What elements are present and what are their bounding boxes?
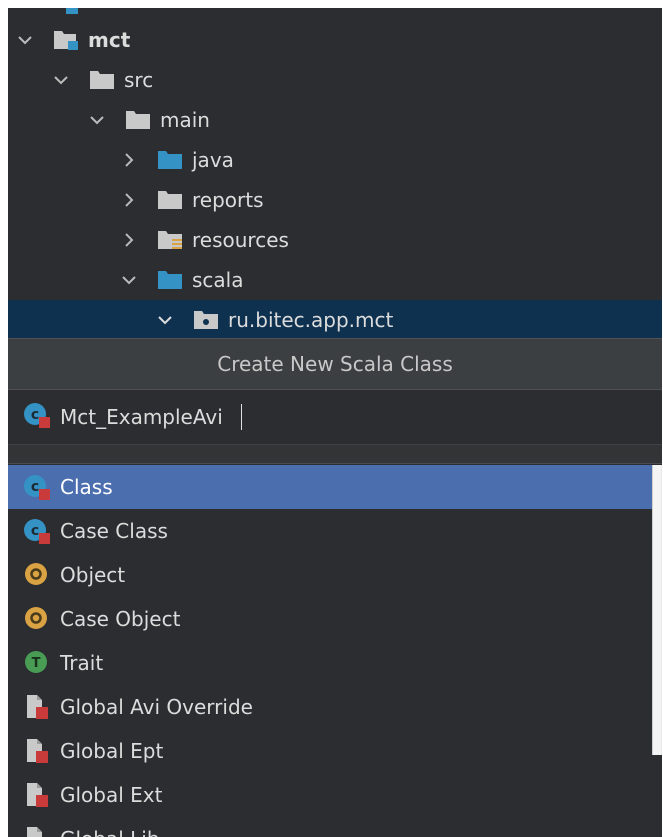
chevron-down-icon[interactable] [84,100,110,140]
scala-class-icon: c [22,400,52,434]
list-item-label: Case Object [60,607,181,631]
tree-item-label: java [192,148,234,172]
list-item-global-ept[interactable]: Global Ept [8,729,652,773]
resources-folder-icon [156,229,184,251]
scala-case-class-icon: c [22,516,52,546]
svg-text:c: c [31,523,39,539]
list-item-global-lib[interactable]: Global Lib [8,817,652,837]
template-icon [22,824,52,837]
class-kind-list: c Class c Case Class Object Case Object … [8,465,652,837]
tree-item-java[interactable]: java [8,140,662,180]
chevron-down-icon[interactable] [116,260,142,300]
chevron-right-icon[interactable] [116,180,142,220]
list-item-label: Class [60,475,113,499]
list-item-label: Global Ext [60,783,163,807]
tree-item-src[interactable]: src [8,60,662,100]
tree-item-reports[interactable]: reports [8,180,662,220]
svg-text:T: T [32,656,41,671]
project-tree: mct src main java reports resources scal… [8,8,662,340]
scala-class-icon: c [22,472,52,502]
popup-title: Create New Scala Class [8,338,662,390]
source-folder-icon [156,149,184,171]
svg-text:c: c [31,479,39,495]
chevron-down-icon[interactable] [48,60,74,100]
ide-window: mct src main java reports resources scal… [8,8,662,837]
list-item-label: Global Ept [60,739,164,763]
folder-icon [156,189,184,211]
text-caret [241,404,242,430]
tree-item-label: reports [192,188,264,212]
chevron-down-icon[interactable] [12,20,38,60]
list-item-label: Case Class [60,519,168,543]
tree-item-resources[interactable]: resources [8,220,662,260]
list-item-label: Global Lib [60,827,160,837]
list-item-label: Object [60,563,126,587]
tree-item-label: resources [192,228,289,252]
source-folder-icon [156,269,184,291]
scala-object-icon [22,560,52,590]
chevron-right-icon[interactable] [116,220,142,260]
list-item-class[interactable]: c Class [8,465,652,509]
template-icon [22,736,52,766]
folder-icon [88,69,116,91]
module-folder-icon [52,29,80,51]
list-item-case-class[interactable]: c Case Class [8,509,652,553]
tree-item-label: scala [192,268,244,292]
tree-item-mct[interactable]: mct [8,20,662,60]
list-item-global-avi-override[interactable]: Global Avi Override [8,685,652,729]
tree-item-scala[interactable]: scala [8,260,662,300]
new-scala-class-popup: Create New Scala Class c c Class [8,338,662,837]
separator-gap [8,445,662,463]
svg-text:c: c [31,407,39,423]
tree-item-package[interactable]: ru.bitec.app.mct [8,300,662,340]
tree-item-label: main [160,108,210,132]
list-item-label: Trait [60,651,104,675]
chevron-down-icon[interactable] [152,300,178,340]
tree-top-stub [66,8,78,14]
class-name-input[interactable] [60,405,240,429]
class-name-field[interactable]: c [8,390,662,444]
list-item-trait[interactable]: T Trait [8,641,652,685]
folder-icon [124,109,152,131]
template-icon [22,780,52,810]
list-item-case-object[interactable]: Case Object [8,597,652,641]
list-scrollbar-thumb[interactable] [652,465,661,755]
tree-item-label: src [124,68,154,92]
tree-item-label: ru.bitec.app.mct [228,308,394,332]
list-item-label: Global Avi Override [60,695,253,719]
list-item-object[interactable]: Object [8,553,652,597]
tree-item-main[interactable]: main [8,100,662,140]
list-item-global-ext[interactable]: Global Ext [8,773,652,817]
scala-trait-icon: T [22,648,52,678]
package-icon [192,309,220,331]
chevron-right-icon[interactable] [116,140,142,180]
template-icon [22,692,52,722]
divider [8,463,662,464]
scala-case-object-icon [22,604,52,634]
tree-item-label: mct [88,28,131,52]
